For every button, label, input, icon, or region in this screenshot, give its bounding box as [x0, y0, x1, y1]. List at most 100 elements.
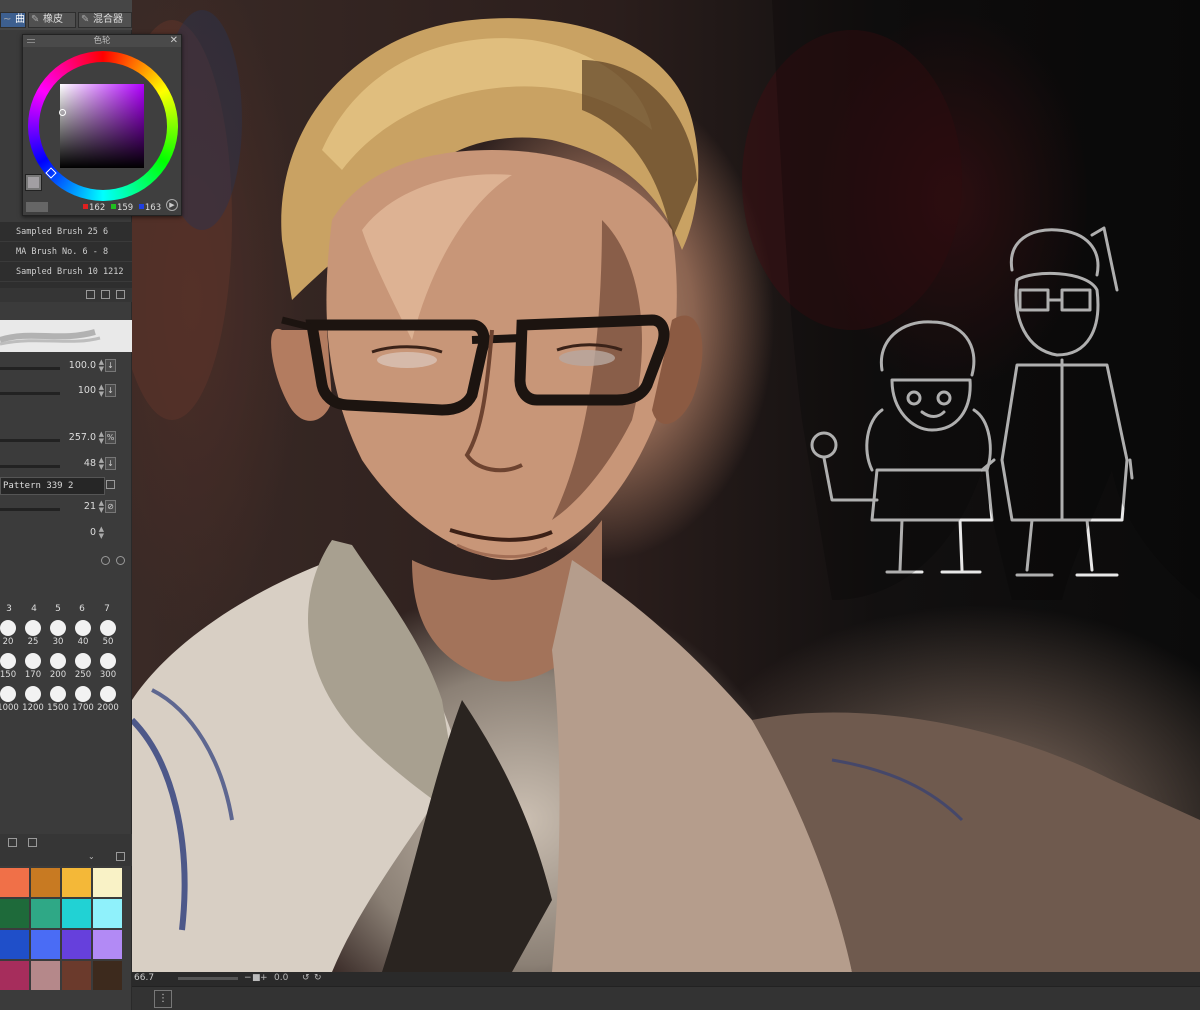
- texture-pattern-field[interactable]: Pattern 339 2: [0, 477, 105, 495]
- delete-brush-icon[interactable]: [116, 290, 125, 299]
- spin-icon[interactable]: ▲ ▼: [99, 384, 104, 398]
- size-preset[interactable]: 25: [21, 618, 45, 650]
- current-color-swatch[interactable]: [25, 174, 42, 191]
- color-picker-handle[interactable]: [59, 109, 66, 116]
- size-preset[interactable]: 20: [0, 618, 20, 650]
- rotate-right-icon[interactable]: ↻: [314, 973, 322, 983]
- size-preset[interactable]: 1200: [21, 684, 45, 716]
- color-swatch[interactable]: [31, 899, 60, 928]
- size-preset[interactable]: 40: [71, 618, 95, 650]
- chevron-down-icon[interactable]: ⌄: [88, 852, 95, 861]
- color-swatch[interactable]: [0, 899, 29, 928]
- layer-icon[interactable]: [8, 838, 17, 847]
- saturation-value-square[interactable]: [60, 84, 144, 168]
- wrench-icon[interactable]: [116, 556, 125, 565]
- stretch-slider[interactable]: [0, 465, 60, 468]
- red-channel-icon: [83, 204, 88, 209]
- color-swatch[interactable]: [93, 899, 122, 928]
- brush-density-row[interactable]: 257.0 ▲ ▼ %: [0, 428, 122, 448]
- pressure-button[interactable]: ↓: [105, 359, 116, 372]
- brush-stroke-icon: [0, 329, 101, 346]
- texture-density-slider[interactable]: [0, 508, 60, 511]
- size-preset[interactable]: 1500: [46, 684, 70, 716]
- sub-tool-tabs: ~ 曲画 ✎ 橡皮 ✎ 混合器: [0, 0, 132, 30]
- color-swatch[interactable]: [0, 930, 29, 959]
- opacity-row[interactable]: 100 ▲ ▼ ↓: [0, 381, 122, 401]
- green-channel-icon: [110, 204, 116, 209]
- zoom-out-icon[interactable]: −: [244, 973, 252, 983]
- color-swatch[interactable]: [93, 961, 122, 990]
- color-swatch[interactable]: [62, 899, 91, 928]
- reset-icon[interactable]: [101, 556, 110, 565]
- brush-list-item[interactable]: Sampled Brush 10 1212: [0, 262, 132, 282]
- color-swatch[interactable]: [31, 868, 60, 897]
- portrait-painting: [132, 0, 1200, 972]
- stabilization-row[interactable]: 0 ▲ ▼: [0, 523, 122, 543]
- color-wheel-panel: 色轮 ✕ 162 159 163 ▶: [22, 34, 182, 216]
- brush-size-row[interactable]: 100.0 ▲ ▼ ↓: [0, 356, 122, 376]
- rgb-readout: 162 159 163: [83, 203, 161, 213]
- brush-list: Sampled Brush 25 6 MA Brush No. 6 - 8 Sa…: [0, 222, 132, 288]
- grip-icon[interactable]: [27, 39, 35, 43]
- size-preset[interactable]: 250: [71, 651, 95, 683]
- close-icon[interactable]: ✕: [170, 35, 178, 47]
- spin-icon[interactable]: ▲ ▼: [99, 431, 104, 445]
- color-swatch[interactable]: [31, 930, 60, 959]
- brush-size-header: 3 4 5 6 7: [6, 604, 110, 614]
- zoom-slider[interactable]: [178, 977, 238, 980]
- brush-list-item[interactable]: Sampled Brush 25 6: [0, 222, 132, 242]
- drawing-canvas[interactable]: [132, 0, 1200, 972]
- texture-settings-button[interactable]: ⊘: [105, 500, 116, 513]
- size-preset[interactable]: 200: [46, 651, 70, 683]
- density-slider[interactable]: [0, 439, 60, 442]
- sub-tool-tab-blend[interactable]: ✎ 混合器: [78, 12, 132, 28]
- spin-icon[interactable]: ▲ ▼: [99, 500, 104, 514]
- percent-button[interactable]: %: [105, 431, 116, 444]
- zoom-level[interactable]: 66.7: [134, 973, 154, 983]
- save-color-icon[interactable]: [116, 852, 125, 861]
- spin-icon[interactable]: ▲ ▼: [99, 359, 104, 373]
- size-preset[interactable]: 300: [96, 651, 120, 683]
- rotate-left-icon[interactable]: ↺: [302, 973, 310, 983]
- color-swatch[interactable]: [62, 961, 91, 990]
- spin-icon[interactable]: ▲ ▼: [99, 457, 104, 471]
- color-swatch[interactable]: [93, 868, 122, 897]
- sub-tool-tab-curve[interactable]: ~ 曲画: [0, 12, 26, 28]
- color-stretch-row[interactable]: 48 ▲ ▼ ↓: [0, 454, 122, 474]
- opacity-slider[interactable]: [0, 392, 60, 395]
- brush-size-slider[interactable]: [0, 367, 60, 370]
- angle-value[interactable]: 0.0: [274, 973, 288, 983]
- size-preset[interactable]: 150: [0, 651, 20, 683]
- size-preset[interactable]: 1000: [0, 684, 20, 716]
- blue-channel-icon: [138, 204, 144, 209]
- curve-icon: ~: [3, 14, 12, 25]
- blend-icon: ✎: [81, 14, 90, 25]
- add-brush-icon[interactable]: [86, 290, 95, 299]
- pressure-button[interactable]: ↓: [105, 457, 116, 470]
- color-swatch[interactable]: [93, 930, 122, 959]
- trash-icon[interactable]: [106, 480, 115, 489]
- size-preset[interactable]: 2000: [96, 684, 120, 716]
- color-swatch[interactable]: [62, 930, 91, 959]
- color-swatch[interactable]: [0, 961, 29, 990]
- brush-list-item[interactable]: MA Brush No. 6 - 8: [0, 242, 132, 262]
- color-mode-toggle[interactable]: [26, 202, 48, 212]
- size-preset[interactable]: 170: [21, 651, 45, 683]
- palette-icon[interactable]: [28, 838, 37, 847]
- size-preset[interactable]: 50: [96, 618, 120, 650]
- play-icon[interactable]: ▶: [166, 199, 178, 211]
- sidebar-toggle-icon[interactable]: ⋮: [154, 990, 172, 1008]
- spin-icon[interactable]: ▲ ▼: [99, 526, 104, 540]
- pressure-button[interactable]: ↓: [105, 384, 116, 397]
- color-set-header: ⌄: [0, 834, 132, 866]
- color-swatch[interactable]: [31, 961, 60, 990]
- duplicate-brush-icon[interactable]: [101, 290, 110, 299]
- size-preset[interactable]: 1700: [71, 684, 95, 716]
- color-wheel-titlebar[interactable]: 色轮 ✕: [23, 35, 181, 47]
- color-swatch[interactable]: [62, 868, 91, 897]
- sub-tool-tab-eraser[interactable]: ✎ 橡皮: [28, 12, 76, 28]
- texture-density-row[interactable]: 21 ▲ ▼ ⊘: [0, 497, 122, 517]
- zoom-in-icon[interactable]: +: [260, 973, 268, 983]
- color-swatch[interactable]: [0, 868, 29, 897]
- size-preset[interactable]: 30: [46, 618, 70, 650]
